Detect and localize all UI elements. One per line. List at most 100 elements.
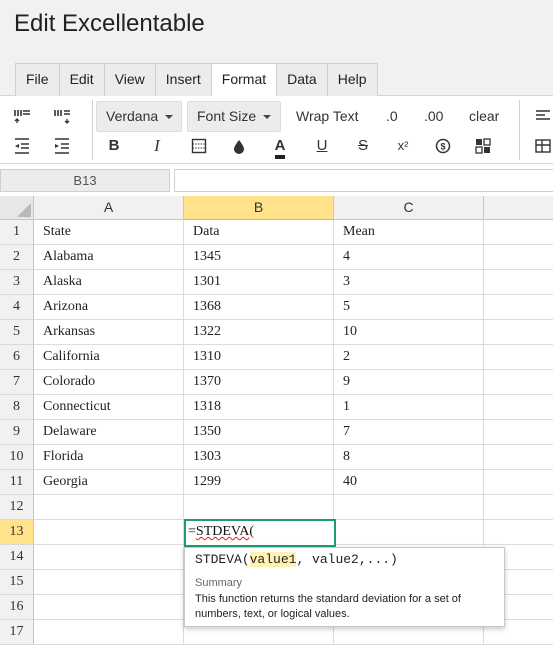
table-cell[interactable] [34, 595, 184, 620]
row-header[interactable]: 9 [0, 420, 34, 445]
table-cell[interactable]: 1350 [184, 420, 334, 445]
row-header[interactable]: 7 [0, 370, 34, 395]
table-cell[interactable] [334, 495, 484, 520]
strikethrough-button[interactable]: S [351, 134, 375, 158]
table-cell[interactable] [34, 570, 184, 595]
table-cell[interactable]: Alabama [34, 245, 184, 270]
row-header[interactable]: 3 [0, 270, 34, 295]
table-cell[interactable]: 9 [334, 370, 484, 395]
table-cell[interactable] [484, 295, 553, 320]
column-header-b[interactable]: B [184, 196, 334, 220]
table-cell[interactable]: Arizona [34, 295, 184, 320]
row-header[interactable]: 10 [0, 445, 34, 470]
row-header[interactable]: 5 [0, 320, 34, 345]
table-cell[interactable] [34, 545, 184, 570]
table-cell[interactable]: Data [184, 220, 334, 245]
table-cell[interactable]: 1345 [184, 245, 334, 270]
table-cell[interactable]: 10 [334, 320, 484, 345]
table-cell[interactable]: 1368 [184, 295, 334, 320]
font-size-dropdown[interactable]: Font Size [187, 101, 281, 132]
insert-row-above-icon[interactable] [10, 104, 34, 128]
row-header[interactable]: 17 [0, 620, 34, 645]
cell-reference-box[interactable]: B13 [0, 169, 170, 192]
table-cell[interactable]: Georgia [34, 470, 184, 495]
superscript-button[interactable]: x² [391, 134, 415, 158]
table-cell[interactable]: 1303 [184, 445, 334, 470]
menu-tab-edit[interactable]: Edit [58, 63, 105, 96]
row-header[interactable]: 4 [0, 295, 34, 320]
table-cell[interactable] [34, 620, 184, 645]
table-cell[interactable] [484, 245, 553, 270]
table-cell[interactable] [484, 370, 553, 395]
wrap-text-button[interactable]: Wrap Text [296, 108, 359, 124]
table-cell[interactable]: 1322 [184, 320, 334, 345]
row-header[interactable]: 1 [0, 220, 34, 245]
table-cell[interactable]: Florida [34, 445, 184, 470]
table-cell[interactable]: 1299 [184, 470, 334, 495]
table-cell[interactable]: Colorado [34, 370, 184, 395]
row-header[interactable]: 6 [0, 345, 34, 370]
table-cell[interactable]: State [34, 220, 184, 245]
row-header[interactable]: 14 [0, 545, 34, 570]
menu-tab-insert[interactable]: Insert [154, 63, 212, 96]
indent-decrease-icon[interactable] [10, 134, 34, 158]
table-cell[interactable]: 3 [334, 270, 484, 295]
indent-increase-icon[interactable] [50, 134, 74, 158]
underline-button[interactable]: U [310, 134, 334, 158]
table-cell[interactable] [484, 495, 553, 520]
row-header[interactable]: 15 [0, 570, 34, 595]
table-cell[interactable] [484, 420, 553, 445]
column-header-a[interactable]: A [34, 196, 184, 220]
column-header-extra[interactable] [484, 196, 553, 220]
table-cell[interactable]: 1370 [184, 370, 334, 395]
menu-tab-view[interactable]: View [103, 63, 156, 96]
table-cell[interactable] [484, 470, 553, 495]
table-cell[interactable]: 5 [334, 295, 484, 320]
text-color-button[interactable]: A [268, 134, 292, 159]
table-cell[interactable]: Connecticut [34, 395, 184, 420]
table-cell[interactable]: 8 [334, 445, 484, 470]
table-cell[interactable]: 4 [334, 245, 484, 270]
table-cell[interactable]: 7 [334, 420, 484, 445]
table-cell[interactable] [484, 220, 553, 245]
row-header[interactable]: 12 [0, 495, 34, 520]
cell-border-icon[interactable] [187, 134, 211, 158]
table-cell[interactable] [334, 520, 484, 545]
table-cell[interactable]: 2 [334, 345, 484, 370]
table-icon[interactable] [531, 134, 553, 158]
table-cell[interactable]: 1310 [184, 345, 334, 370]
menu-tab-format[interactable]: Format [210, 63, 278, 97]
fill-color-icon[interactable] [227, 134, 251, 158]
table-cell[interactable] [34, 520, 184, 545]
table-cell[interactable] [484, 520, 553, 545]
table-cell[interactable] [484, 270, 553, 295]
menu-tab-help[interactable]: Help [326, 63, 378, 96]
clear-button[interactable]: clear [469, 108, 499, 124]
decrease-decimals-button[interactable]: .0 [386, 108, 398, 124]
table-cell[interactable]: Alaska [34, 270, 184, 295]
insert-row-below-icon[interactable] [50, 104, 74, 128]
table-cell[interactable]: 1 [334, 395, 484, 420]
table-cell[interactable] [34, 495, 184, 520]
table-cell[interactable] [184, 495, 334, 520]
currency-icon[interactable]: $ [431, 134, 455, 158]
table-cell[interactable]: 40 [334, 470, 484, 495]
table-cell[interactable]: Delaware [34, 420, 184, 445]
table-cell[interactable] [484, 345, 553, 370]
table-cell[interactable]: Mean [334, 220, 484, 245]
row-header[interactable]: 8 [0, 395, 34, 420]
cell-editor[interactable]: =STDEVA( [184, 519, 336, 547]
row-header[interactable]: 16 [0, 595, 34, 620]
font-family-dropdown[interactable]: Verdana [96, 101, 182, 132]
increase-decimals-button[interactable]: .00 [424, 108, 443, 124]
menu-tab-file[interactable]: File [15, 63, 60, 96]
formula-input[interactable] [174, 169, 553, 192]
row-header[interactable]: 2 [0, 245, 34, 270]
italic-button[interactable]: I [145, 134, 169, 158]
menu-tab-data[interactable]: Data [276, 63, 328, 96]
table-cell[interactable] [484, 320, 553, 345]
row-header[interactable]: 11 [0, 470, 34, 495]
table-cell[interactable]: 1301 [184, 270, 334, 295]
conditional-format-icon[interactable] [471, 134, 495, 158]
table-cell[interactable]: 1318 [184, 395, 334, 420]
